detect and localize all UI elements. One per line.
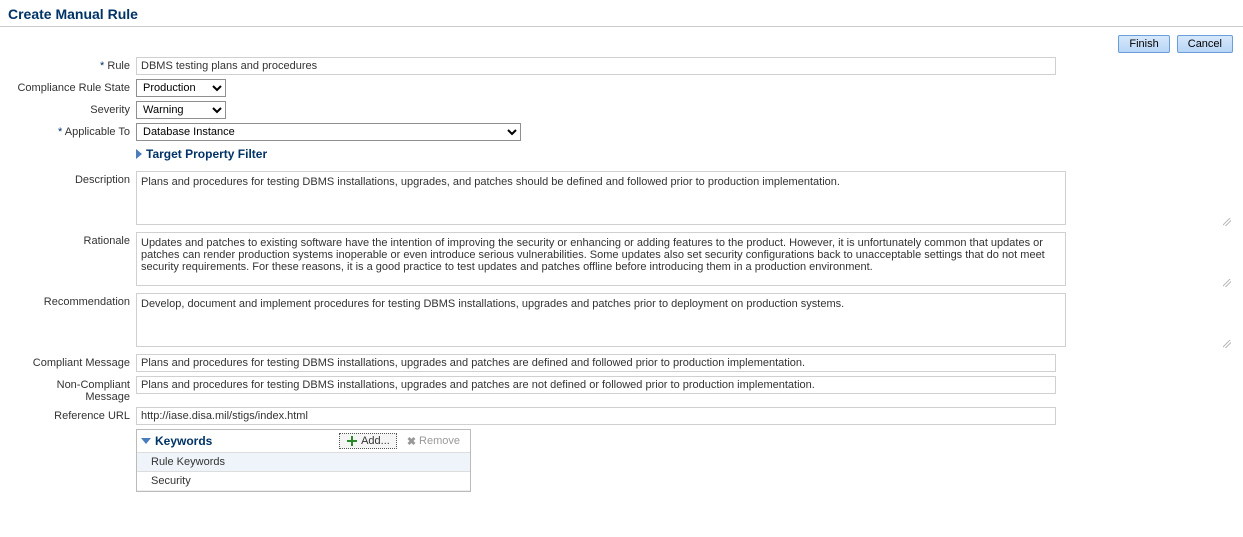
- rationale-textarea[interactable]: [136, 232, 1066, 286]
- keyword-row[interactable]: Security: [137, 472, 470, 491]
- rule-input[interactable]: [136, 57, 1056, 75]
- noncompliant-label: Non-Compliant Message: [10, 376, 136, 403]
- description-label: Description: [10, 171, 136, 186]
- state-select[interactable]: Production: [136, 79, 226, 97]
- action-button-bar: Finish Cancel: [0, 27, 1243, 57]
- recommendation-textarea[interactable]: [136, 293, 1066, 347]
- severity-select[interactable]: Warning: [136, 101, 226, 119]
- page-header: Create Manual Rule: [0, 0, 1243, 27]
- cancel-button[interactable]: Cancel: [1177, 35, 1233, 53]
- remove-icon: ✖: [407, 435, 416, 448]
- applicable-select[interactable]: Database Instance: [136, 123, 521, 141]
- severity-label: Severity: [10, 101, 136, 116]
- refurl-input[interactable]: [136, 407, 1056, 425]
- keywords-add-button[interactable]: Add...: [339, 433, 397, 449]
- compliant-input[interactable]: [136, 354, 1056, 372]
- chevron-right-icon: [136, 149, 142, 159]
- form-area: * Rule Compliance Rule State Production …: [0, 57, 1243, 492]
- chevron-down-icon: [141, 438, 151, 444]
- compliant-label: Compliant Message: [10, 354, 136, 369]
- keywords-panel: Keywords Add... ✖ Remove Rule Keywords S…: [136, 429, 471, 492]
- applicable-label: * Applicable To: [10, 123, 136, 138]
- description-textarea[interactable]: [136, 171, 1066, 225]
- finish-button[interactable]: Finish: [1118, 35, 1169, 53]
- refurl-label: Reference URL: [10, 407, 136, 422]
- target-property-filter-toggle[interactable]: Target Property Filter: [136, 147, 267, 161]
- keywords-title[interactable]: Keywords: [141, 434, 335, 448]
- keywords-column-header: Rule Keywords: [137, 453, 470, 472]
- plus-icon: [346, 435, 358, 447]
- page-title: Create Manual Rule: [8, 6, 1235, 22]
- keywords-remove-button[interactable]: ✖ Remove: [401, 434, 466, 449]
- state-label: Compliance Rule State: [10, 79, 136, 94]
- rationale-label: Rationale: [10, 232, 136, 247]
- rule-label: * Rule: [10, 57, 136, 72]
- recommendation-label: Recommendation: [10, 293, 136, 308]
- noncompliant-input[interactable]: [136, 376, 1056, 394]
